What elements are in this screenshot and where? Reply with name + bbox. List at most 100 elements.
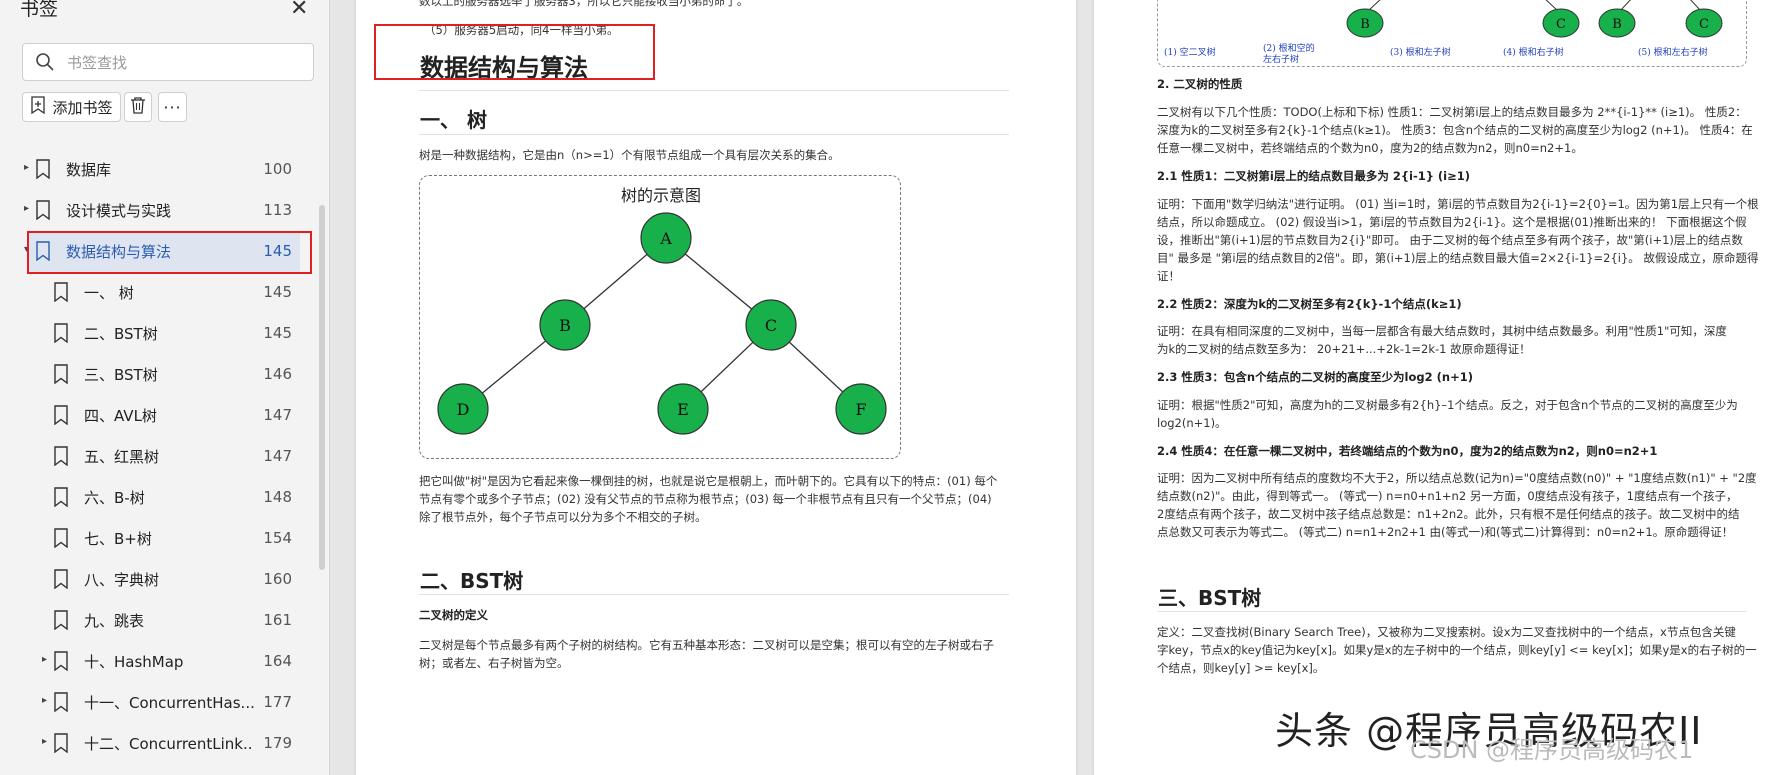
section-heading: 三、BST树 xyxy=(1158,586,1262,610)
bookmark-page-number: 177 xyxy=(263,693,292,711)
paragraph-line: 结点，所以命题成立。 (02) 假设当i>1，第i层的节点数目为2{i-1}。这… xyxy=(1157,215,1747,229)
bookmark-label: 六、B-树 xyxy=(84,489,145,507)
body-text: 数以上的服务器选举了服务器3，所以它只能接收当小弟的命了。 xyxy=(419,0,749,8)
tree-node-label: E xyxy=(677,400,689,419)
tree-graph: A B C D E F xyxy=(437,212,887,435)
paragraph-line: 为k的二叉树的结点数至多为： 20+21+...+2k-1=2k-1 故原命题得… xyxy=(1157,342,1531,356)
sub-heading: 2.3 性质3：包含n个结点的二叉树的高度至少为log2 (n+1) xyxy=(1157,370,1473,384)
bookmark-item[interactable]: 八、字典树 160 xyxy=(0,559,315,600)
search-input[interactable] xyxy=(67,52,297,74)
paragraph-line: 定义：二叉查找树(Binary Search Tree)，又被称为二叉搜索树。设… xyxy=(1157,625,1736,639)
figure-label: 左右子树 xyxy=(1263,55,1300,65)
bookmark-label: 十二、ConcurrentLink... xyxy=(84,735,254,753)
paragraph-line: log2(n+1)。 xyxy=(1157,416,1227,430)
body-text: 树是一种数据结构，它是由n（n>=1）个有限节点组成一个具有层次关系的集合。 xyxy=(419,148,840,162)
bookmark-item[interactable]: ▾ 数据结构与算法 145 xyxy=(24,231,300,272)
bookmark-item[interactable]: 四、AVL树 147 xyxy=(0,395,315,436)
bookmark-page-number: 148 xyxy=(263,488,292,506)
paragraph-line: 节点有零个或多个子节点；(02) 没有父节点的节点称为根节点；(03) 每一个非… xyxy=(419,492,992,506)
bookmark-item[interactable]: 二、BST树 145 xyxy=(0,313,315,354)
bookmark-item[interactable]: 五、红黑树 147 xyxy=(0,436,315,477)
expand-arrow-right-icon[interactable]: ▸ xyxy=(24,162,29,173)
watermark-text-faint: CSDN @程序员高级码农1 xyxy=(1410,736,1694,764)
bookmark-page-number: 146 xyxy=(263,365,292,383)
paragraph-line: 二叉树有以下几个性质：TODO(上标和下标) 性质1：二叉树第i层上的结点数目最… xyxy=(1157,105,1747,119)
bookmark-icon xyxy=(53,610,69,634)
tree-node: F xyxy=(835,383,887,435)
bookmark-icon xyxy=(53,282,69,306)
bookmark-page-number: 160 xyxy=(263,570,292,588)
bookmark-item[interactable]: 六、B-树 148 xyxy=(0,477,315,518)
bookmark-item[interactable]: ▸ 数据库 100 xyxy=(0,149,315,190)
paragraph-line: 证明：因为二叉树中所有结点的度数均不大于2，所以结点总数(记为n)="0度结点数… xyxy=(1157,471,1757,485)
tree-node-label: B xyxy=(559,316,571,335)
bookmark-label: 二、BST树 xyxy=(84,325,158,343)
tree-node: A xyxy=(640,212,692,264)
bookmark-item[interactable]: ▸ 十二、ConcurrentLink... 179 xyxy=(0,723,315,764)
sub-heading: 2.2 性质2：深度为k的二叉树至多有2{k}-1个结点(k≥1) xyxy=(1157,297,1462,311)
paragraph-line: 把它叫做"树"是因为它看起来像一棵倒挂的树，也就是说它是根朝上，而叶朝下的。它具… xyxy=(419,474,998,488)
bookmark-item[interactable]: 三、BST树 146 xyxy=(0,354,315,395)
bookmark-label: 设计模式与实践 xyxy=(66,202,172,220)
bookmark-page-number: 154 xyxy=(263,529,292,547)
bookmark-icon xyxy=(53,446,69,470)
sidebar-scrollbar[interactable] xyxy=(319,205,325,570)
bookmark-icon xyxy=(53,323,69,347)
bookmark-page-number: 179 xyxy=(263,734,292,752)
expand-arrow-right-icon[interactable]: ▸ xyxy=(42,654,47,665)
paragraph-line: 设，推断出"第(i+1)层的节点数目为2{i}"即可。 由于二叉树的每个结点至多… xyxy=(1157,233,1743,247)
sub-heading: 2.4 性质4：在任意一棵二叉树中，若终端结点的个数为n0，度为2的结点数为n2… xyxy=(1157,444,1658,458)
tree-node-label: A xyxy=(659,229,672,248)
sub-heading: 二叉树的定义 xyxy=(419,608,488,622)
paragraph-line: 字key，节点x的key值记为key[x]。如果y是x的左子树中的一个结点，则k… xyxy=(1157,643,1757,657)
bookmark-icon xyxy=(35,241,51,265)
bookmark-label: 数据库 xyxy=(66,161,112,179)
figure-node-label: C xyxy=(1556,17,1566,32)
expand-arrow-right-icon[interactable]: ▸ xyxy=(42,736,47,747)
expand-arrow-down-icon[interactable]: ▾ xyxy=(24,244,29,255)
bookmark-label: 三、BST树 xyxy=(84,366,158,384)
bookmark-icon xyxy=(53,569,69,593)
bookmark-item[interactable]: ▸ 十、HashMap 164 xyxy=(0,641,315,682)
bookmark-icon xyxy=(53,692,69,716)
bookmark-label: 十一、ConcurrentHas... xyxy=(84,694,254,712)
bookmark-label: 十、HashMap xyxy=(84,653,184,671)
tree-node: C xyxy=(745,299,797,351)
close-icon[interactable]: ✕ xyxy=(290,0,308,21)
bookmark-label: 五、红黑树 xyxy=(84,448,160,466)
bookmark-item[interactable]: 一、 树 145 xyxy=(0,272,315,313)
chapter-title: 数据结构与算法 xyxy=(420,54,588,82)
bookmark-label: 七、B+树 xyxy=(84,530,152,548)
bookmark-page-number: 145 xyxy=(263,242,292,260)
paragraph-line: 除了根节点外，每个子节点可以分为多个不相交的子树。 xyxy=(419,510,707,524)
paragraph-line: 证明：下面用"数学归纳法"进行证明。 (01) 当i=1时，第i层的节点数目为2… xyxy=(1157,197,1759,211)
bookmark-item[interactable]: ▸ 十一、ConcurrentHas... 177 xyxy=(0,682,315,723)
paragraph-line: 2度结点有两个孩子，故二叉树中孩子结点总数是：n1+2n2。此外，只有根不是任何… xyxy=(1157,507,1740,521)
figure-label: (5) 根和左右子树 xyxy=(1638,48,1708,58)
paragraph-line: 证明：在具有相同深度的二叉树中，当每一层都含有最大结点数时，其树中结点数最多。利… xyxy=(1157,324,1727,338)
paragraph-line: 树；或者左、右子树皆为空。 xyxy=(419,656,569,670)
delete-bookmark-button[interactable] xyxy=(124,92,152,122)
bookmark-item[interactable]: 九、跳表 161 xyxy=(0,600,315,641)
figure-node-label: B xyxy=(1360,17,1370,32)
figure-node: C xyxy=(1685,8,1723,38)
add-bookmark-button[interactable]: 添加书签 xyxy=(22,92,121,122)
bookmark-item[interactable]: 七、B+树 154 xyxy=(0,518,315,559)
more-options-button[interactable]: ··· xyxy=(158,92,187,122)
body-text: （5）服务器5启动，同4一样当小弟。 xyxy=(424,23,619,37)
sub-heading: 2.1 性质1：二叉树第i层上的结点数目最多为 2{i-1} (i≥1) xyxy=(1157,169,1471,183)
expand-arrow-right-icon[interactable]: ▸ xyxy=(42,695,47,706)
tree-node: D xyxy=(437,383,489,435)
bookmark-icon xyxy=(35,200,51,224)
tree-node-label: D xyxy=(457,400,470,419)
tree-node: E xyxy=(657,383,709,435)
bookmark-page-number: 145 xyxy=(263,324,292,342)
bookmark-search[interactable] xyxy=(22,43,314,81)
divider xyxy=(419,594,1009,595)
bookmark-icon xyxy=(53,364,69,388)
expand-arrow-right-icon[interactable]: ▸ xyxy=(24,203,29,214)
paragraph-line: 点总数又可表示为等式二。 (等式二) n=n1+2n2+1 由(等式一)和(等式… xyxy=(1157,525,1734,539)
bookmark-item[interactable]: ▸ 设计模式与实践 113 xyxy=(0,190,315,231)
bookmark-label: 一、 树 xyxy=(84,284,134,302)
paragraph-line: 证明：根据"性质2"可知，高度为h的二叉树最多有2{h}–1个结点。反之，对于包… xyxy=(1157,398,1738,412)
